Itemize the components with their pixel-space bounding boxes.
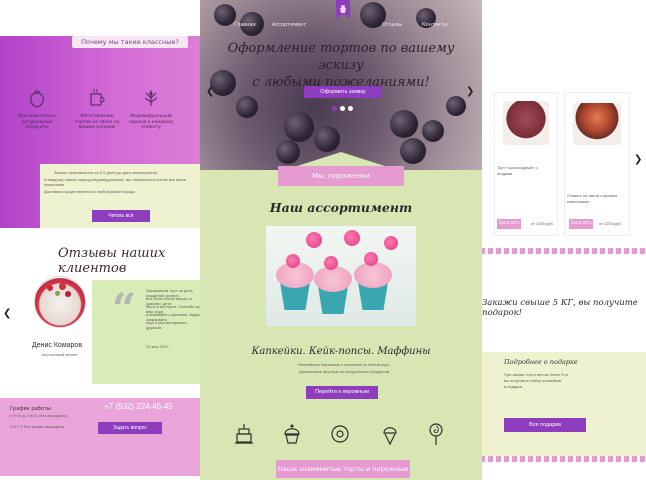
reviewer-avatar (34, 276, 86, 328)
promo-desc-1: При заказе торта весом более 5 кг (504, 372, 569, 377)
product-card-1: Торт «шоколадный» с ягодами Заказать от … (494, 92, 558, 236)
hero-next-arrow[interactable]: ❯ (466, 86, 474, 97)
nav-home[interactable]: Главная (234, 22, 256, 28)
all-gifts-button[interactable]: Все подарки (504, 418, 586, 432)
product-desc-1: Нежнейшие пирожные с начинкой на любой в… (297, 362, 391, 367)
feature-custom-text: Изготовление тортов на заказ по вашим эс… (74, 114, 120, 130)
products-next-arrow[interactable]: ❯ (634, 154, 642, 165)
mug-icon (74, 88, 120, 114)
info-line-2: К каждому заказу подход индивидуальный, … (44, 177, 186, 187)
center-panel: Главная Ассортимент Отзывы Контакты Офор… (200, 0, 482, 480)
cupcake-icon (282, 422, 302, 446)
schedule-text: с 9:00 до 19:00 (без выходных) (10, 413, 68, 418)
famous-cakes-band: Наши знаменитые торты и пирожные (276, 460, 410, 478)
ask-question-button[interactable]: Задать вопрос (98, 422, 162, 434)
promo-box: Подробнее о подарке При заказе торта вес… (482, 352, 646, 456)
promo-desc-3: в подарок (504, 384, 523, 389)
product-image-2 (573, 103, 621, 145)
info-line-1: Заказы принимаются за 3-5 дней до даты м… (54, 170, 158, 175)
right-panel: Торт «шоколадный» с ягодами Заказать от … (482, 36, 646, 480)
product-title: Капкейки. Кейк-попсы. Маффины (251, 346, 431, 357)
feature-individual: Индивидуальный подход к каждому клиенту (128, 88, 174, 131)
schedule-label: График работы: (10, 406, 53, 412)
feature-natural-text: Исключительно натуральные продукты (18, 114, 56, 130)
assortment-title: Наш ассортимент (269, 200, 413, 215)
slider-dot[interactable] (340, 106, 345, 111)
quote-icon: “ (112, 284, 137, 333)
cupcakes-image (266, 226, 416, 326)
order-button-2[interactable]: Заказать (569, 219, 593, 229)
reviews-title: Отзывы наших клиентов (58, 246, 166, 276)
leaf-icon (128, 88, 174, 114)
nav-contacts[interactable]: Контакты (422, 22, 448, 28)
go-to-pastries-button[interactable]: Перейти к пирожным (306, 386, 378, 399)
feature-individual-text: Индивидуальный подход к каждому клиенту (128, 114, 174, 130)
read-more-button[interactable]: Читать всё (92, 210, 150, 222)
feature-natural: Исключительно натуральные продукты (14, 88, 60, 131)
hero-title: Оформление тортов по вашему эскизу с люб… (208, 40, 474, 91)
section-banner: Мы, пироженки (278, 166, 404, 186)
nav-reviews[interactable]: Отзывы (382, 22, 402, 28)
feature-custom: Изготовление тортов на заказ по вашим эс… (74, 88, 120, 131)
footer: График работы: с 9:00 до 19:00 (без выхо… (0, 398, 204, 476)
product-name-2: Ставьте на свечи с кремом (567, 193, 618, 198)
why-us-tab: Почему мы такие классные? (72, 36, 188, 48)
reviewer-name: Денис Комаров (32, 342, 83, 349)
order-button-1[interactable]: Заказать (497, 219, 521, 229)
slider-dot[interactable] (348, 106, 353, 111)
info-box: Заказы принимаются за 3-5 дней до даты м… (40, 164, 204, 228)
nav-assortment[interactable]: Ассортимент (272, 22, 306, 28)
reviewer-sub: постоянный клиент (42, 352, 78, 357)
lollipop-icon (426, 422, 446, 446)
strawberry-icon (14, 88, 60, 114)
product-price-1: от 2200 руб. (531, 221, 554, 226)
review-date: 21 мая 2017 (146, 344, 169, 349)
review-line-5: ещё и рекомендовать друзьям. (146, 320, 187, 330)
product-name-1: Торт «шоколадный» с (497, 165, 538, 170)
copyright: 2017 © Все права защищены (10, 424, 65, 429)
product-name-2b: малиновым (567, 199, 589, 204)
footer-phone[interactable]: +7 (932) 224-45-45 (104, 402, 173, 411)
cake-icon (234, 422, 254, 446)
product-image-1 (503, 101, 549, 145)
promo-desc-2: вы получаете набор капкейков (504, 378, 562, 383)
pink-divider (482, 248, 646, 254)
reviews-prev-arrow[interactable]: ❮ (3, 308, 11, 319)
product-name-1b: ягодами (497, 171, 513, 176)
hero-title-line1: Оформление тортов по вашему эскизу (227, 41, 455, 73)
info-line-3: Доставка осуществляется в любой район го… (44, 189, 135, 194)
slider-dot-active[interactable] (332, 106, 337, 111)
product-price-2: от 2200 руб. (599, 221, 622, 226)
review-box: “ Заказывали торт на день рождения дочер… (92, 280, 204, 384)
donut-icon (330, 422, 350, 446)
promo-link[interactable]: Подробнее о подарке (504, 358, 578, 366)
left-panel: Почему мы такие классные? Исключительно … (0, 36, 204, 476)
slider-dots (332, 106, 356, 112)
pink-divider-bottom (482, 456, 646, 462)
order-request-button[interactable]: Оформить заявку (304, 86, 382, 98)
promo-title: Закажи свыше 5 КГ, вы получите подарок! (482, 298, 638, 318)
product-card-2: Ставьте на свечи с кремом малиновым Зака… (564, 92, 630, 236)
icecream-icon (380, 422, 400, 446)
product-desc-2: украшенные вручную из натуральных продук… (298, 369, 390, 374)
hero-prev-arrow[interactable]: ❮ (206, 86, 214, 97)
